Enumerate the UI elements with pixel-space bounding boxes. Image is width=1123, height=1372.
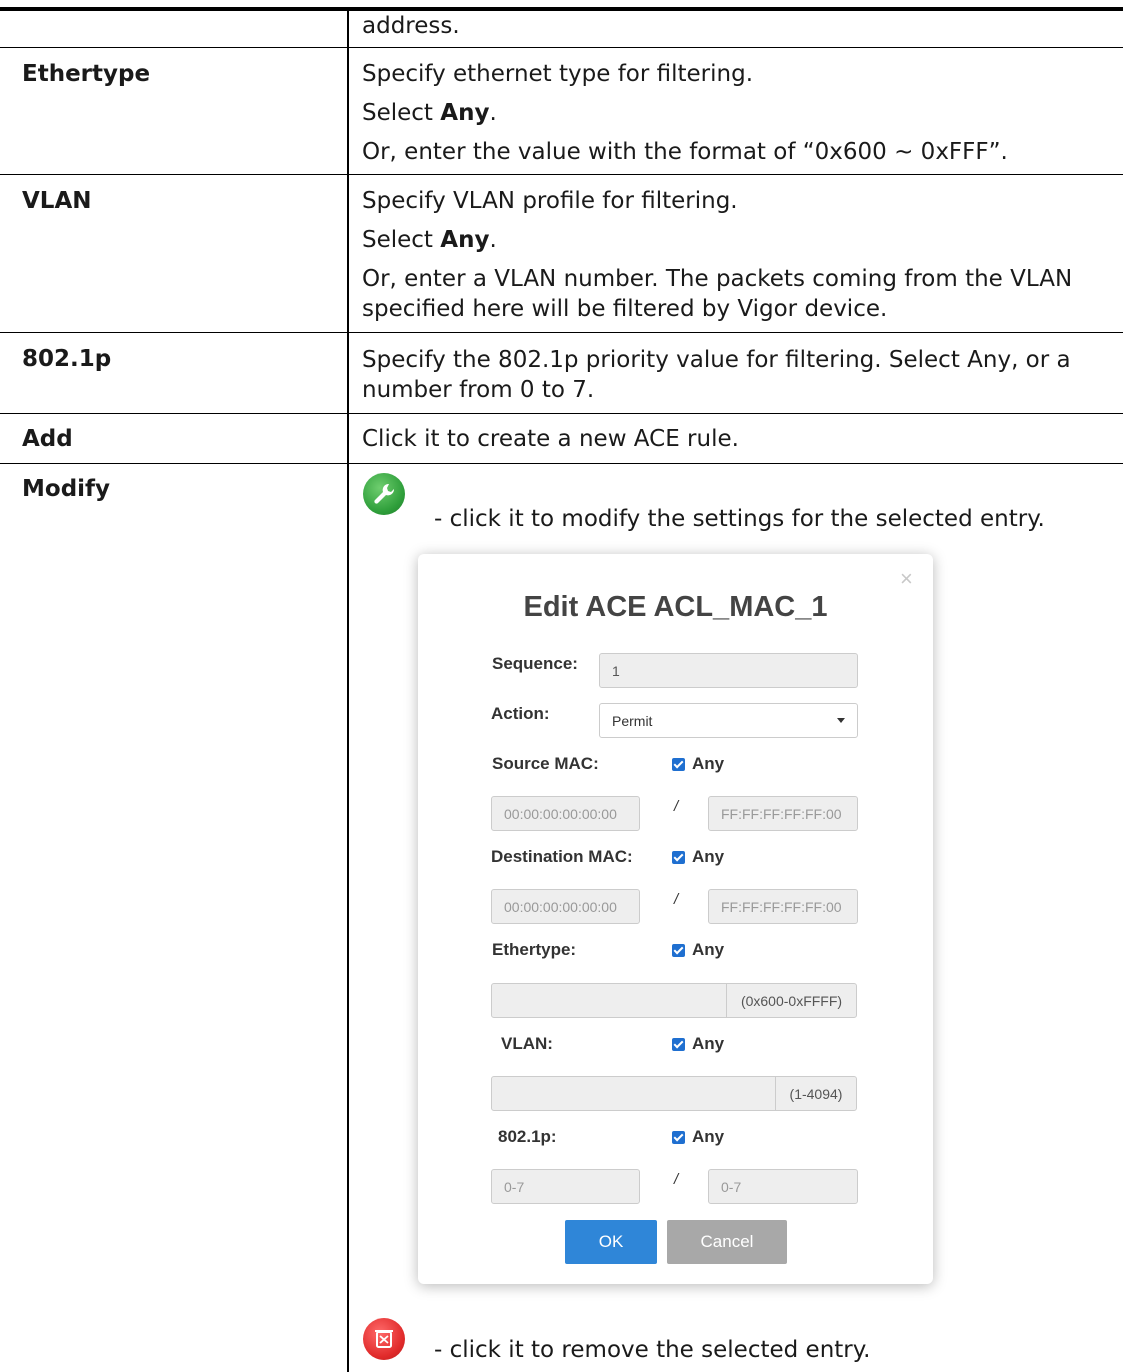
- trash-icon[interactable]: [363, 1318, 405, 1360]
- separator: /: [674, 1171, 679, 1188]
- vlan-any-checkbox[interactable]: [672, 1038, 685, 1051]
- sequence-field[interactable]: 1: [599, 653, 858, 688]
- row-divider: [0, 47, 1123, 48]
- row-divider: [0, 332, 1123, 333]
- cancel-button[interactable]: Cancel: [667, 1220, 787, 1264]
- dialog-title: Edit ACE ACL_MAC_1: [523, 591, 828, 623]
- column-divider: [347, 11, 349, 1372]
- ok-button[interactable]: OK: [565, 1220, 657, 1264]
- row-term-modify: Modify: [22, 476, 111, 502]
- separator: /: [674, 798, 679, 815]
- any-label: Any: [692, 1034, 725, 1053]
- ethertype-field[interactable]: [491, 983, 727, 1018]
- row-term-vlan: VLAN: [22, 188, 92, 214]
- priority-to-field[interactable]: 0-7: [708, 1169, 858, 1204]
- priority-from-field[interactable]: 0-7: [491, 1169, 640, 1204]
- close-icon[interactable]: ×: [900, 566, 913, 592]
- source-mac-label: Source MAC:: [492, 754, 599, 773]
- vlan-range-addon: (1-4094): [775, 1076, 857, 1111]
- priority-label: 802.1p:: [498, 1127, 557, 1146]
- row-term-priority: 802.1p: [22, 346, 112, 372]
- row-desc-select: Select Any.: [362, 227, 497, 253]
- dest-mac-field[interactable]: 00:00:00:00:00:00: [491, 889, 640, 924]
- row-desc: Click it to create a new ACE rule.: [362, 426, 739, 452]
- dest-mac-label: Destination MAC:: [491, 847, 633, 866]
- row-desc-select: Select Any.: [362, 100, 497, 126]
- table-top-border: [0, 7, 1123, 11]
- vlan-label: VLAN:: [501, 1034, 553, 1053]
- source-mac-mask-field[interactable]: FF:FF:FF:FF:FF:00: [708, 796, 858, 831]
- vlan-field[interactable]: [491, 1076, 776, 1111]
- ethertype-range-addon: (0x600-0xFFFF): [726, 983, 857, 1018]
- separator: /: [674, 891, 679, 908]
- chevron-down-icon: [837, 718, 845, 723]
- any-label: Any: [692, 847, 725, 866]
- any-label: Any: [692, 1127, 725, 1146]
- row-term-add: Add: [22, 426, 73, 452]
- row-desc-delete: - click it to remove the selected entry.: [434, 1337, 871, 1363]
- ethertype-any-checkbox[interactable]: [672, 944, 685, 957]
- action-label: Action:: [491, 704, 550, 723]
- row-desc-line: Specify VLAN profile for filtering.: [362, 188, 738, 214]
- row-desc: address.: [362, 13, 460, 39]
- any-label: Any: [692, 940, 725, 959]
- source-mac-any-checkbox[interactable]: [672, 758, 685, 771]
- row-divider: [0, 174, 1123, 175]
- action-select[interactable]: Permit: [599, 703, 858, 738]
- parameter-table: address. Ethertype Specify ethernet type…: [0, 0, 1123, 1372]
- ethertype-label: Ethertype:: [492, 940, 577, 959]
- row-desc-line: Or, enter the value with the format of “…: [362, 139, 1008, 165]
- row-divider: [0, 413, 1123, 414]
- edit-ace-dialog: × Edit ACE ACL_MAC_1 Sequence: 1 Action:…: [418, 554, 933, 1284]
- any-label: Any: [692, 754, 725, 773]
- source-mac-field[interactable]: 00:00:00:00:00:00: [491, 796, 640, 831]
- row-desc-line: Or, enter a VLAN number. The packets com…: [362, 266, 1073, 322]
- row-desc: Specify the 802.1p priority value for fi…: [362, 347, 1071, 403]
- row-divider: [0, 463, 1123, 464]
- wrench-icon[interactable]: [363, 473, 405, 515]
- priority-any-checkbox[interactable]: [672, 1131, 685, 1144]
- dest-mac-mask-field[interactable]: FF:FF:FF:FF:FF:00: [708, 889, 858, 924]
- row-term-ethertype: Ethertype: [22, 61, 151, 87]
- sequence-label: Sequence:: [492, 654, 578, 673]
- dest-mac-any-checkbox[interactable]: [672, 851, 685, 864]
- row-desc-modify: - click it to modify the settings for th…: [434, 506, 1045, 532]
- row-desc-line: Specify ethernet type for filtering.: [362, 61, 754, 87]
